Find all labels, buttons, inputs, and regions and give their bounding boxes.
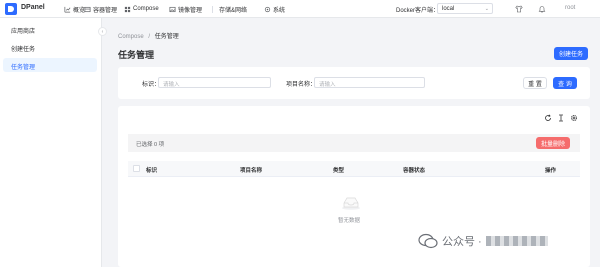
watermark: 公众号 · <box>418 229 588 253</box>
nav-label: Compose <box>133 6 159 12</box>
select-all-checkbox[interactable] <box>133 165 140 172</box>
docker-client-label: Docker客户端： <box>396 8 440 14</box>
table-header: 标识 项目名称 类型 容器状态 操作 <box>128 161 580 177</box>
sidebar-collapse-button[interactable]: ‹ <box>98 27 107 36</box>
top-bar: DPanel 概览 容器管理 Compose 镜像管理 存储&网络 系统 Doc… <box>0 0 600 18</box>
breadcrumb-parent[interactable]: Compose <box>118 34 144 40</box>
batch-delete-button[interactable]: 批量删除 <box>536 137 570 149</box>
dpanel-logo-icon <box>5 3 17 15</box>
nav-label: 容器管理 <box>93 7 118 14</box>
image-icon <box>169 6 176 12</box>
nav-overview[interactable]: 概览 <box>64 4 85 14</box>
sidebar: 应用商店 创建任务 任务管理 <box>0 18 102 267</box>
compose-icon <box>124 6 131 12</box>
sidebar-item-app-store[interactable]: 应用商店 <box>3 22 97 36</box>
sidebar-item-label: 应用商店 <box>11 29 36 35</box>
project-name-input[interactable]: 请输入 <box>314 77 425 88</box>
container-icon <box>84 6 91 12</box>
empty-text: 暂无数据 <box>338 218 361 224</box>
empty-inbox-icon <box>342 197 360 210</box>
nav-system[interactable]: 系统 <box>264 4 285 14</box>
user-name[interactable]: root <box>565 5 575 11</box>
settings-icon[interactable] <box>570 114 578 122</box>
nav-label: 系统 <box>273 7 286 14</box>
sidebar-item-label: 创建任务 <box>11 47 36 53</box>
column-height-icon[interactable] <box>557 114 565 122</box>
bell-icon[interactable] <box>536 3 548 15</box>
watermark-text: 公众号 · <box>442 236 482 248</box>
breadcrumb-current: 任务管理 <box>154 34 179 40</box>
column-header-project-name: 项目名称 <box>240 168 263 174</box>
nav-images[interactable]: 镜像管理 <box>169 4 202 14</box>
column-header-actions: 操作 <box>545 168 557 174</box>
create-task-button[interactable]: 创建任务 <box>554 47 588 60</box>
project-name-input-placeholder: 请输入 <box>319 82 336 88</box>
nav-label: 镜像管理 <box>178 7 203 14</box>
search-button[interactable]: 查 询 <box>553 77 577 89</box>
sidebar-item-task-management[interactable]: 任务管理 <box>3 58 97 72</box>
id-input-placeholder: 请输入 <box>163 82 180 88</box>
sidebar-item-create-task[interactable]: 创建任务 <box>3 40 97 54</box>
chart-icon <box>64 6 71 12</box>
reset-button[interactable]: 重 置 <box>523 77 547 89</box>
watermark-blurred-name <box>485 236 548 246</box>
nav-containers[interactable]: 容器管理 <box>84 4 117 14</box>
selected-count-text: 已选择 0 项 <box>136 142 165 148</box>
column-header-container-status: 容器状态 <box>403 168 426 174</box>
id-input[interactable]: 请输入 <box>158 77 271 88</box>
gear-icon <box>264 6 271 12</box>
breadcrumb-separator: / <box>148 34 151 40</box>
chevron-down-icon: ⌄ <box>484 6 489 12</box>
nav-storage-network[interactable]: 存储&网络 <box>212 4 247 14</box>
page-title: 任务管理 <box>118 50 155 60</box>
docker-client-value: local <box>442 6 455 12</box>
search-card: 标识： 请输入 项目名称： 请输入 重 置 查 询 <box>118 67 590 99</box>
project-name-label: 项目名称： <box>286 82 317 88</box>
breadcrumb: Compose / 任务管理 <box>118 31 179 40</box>
column-header-id: 标识 <box>146 168 158 174</box>
column-header-type: 类型 <box>333 168 345 174</box>
nav-compose[interactable]: Compose <box>124 4 159 14</box>
selection-bar: 已选择 0 项 <box>128 134 580 152</box>
refresh-icon[interactable] <box>544 114 552 122</box>
app-name: DPanel <box>21 4 45 11</box>
docker-client-select[interactable]: local ⌄ <box>437 3 493 14</box>
nav-label: 存储&网络 <box>219 7 248 14</box>
shirt-theme-icon[interactable] <box>513 3 525 15</box>
nav-divider <box>212 5 213 13</box>
wechat-icon <box>418 233 438 249</box>
sidebar-item-label: 任务管理 <box>11 65 36 71</box>
